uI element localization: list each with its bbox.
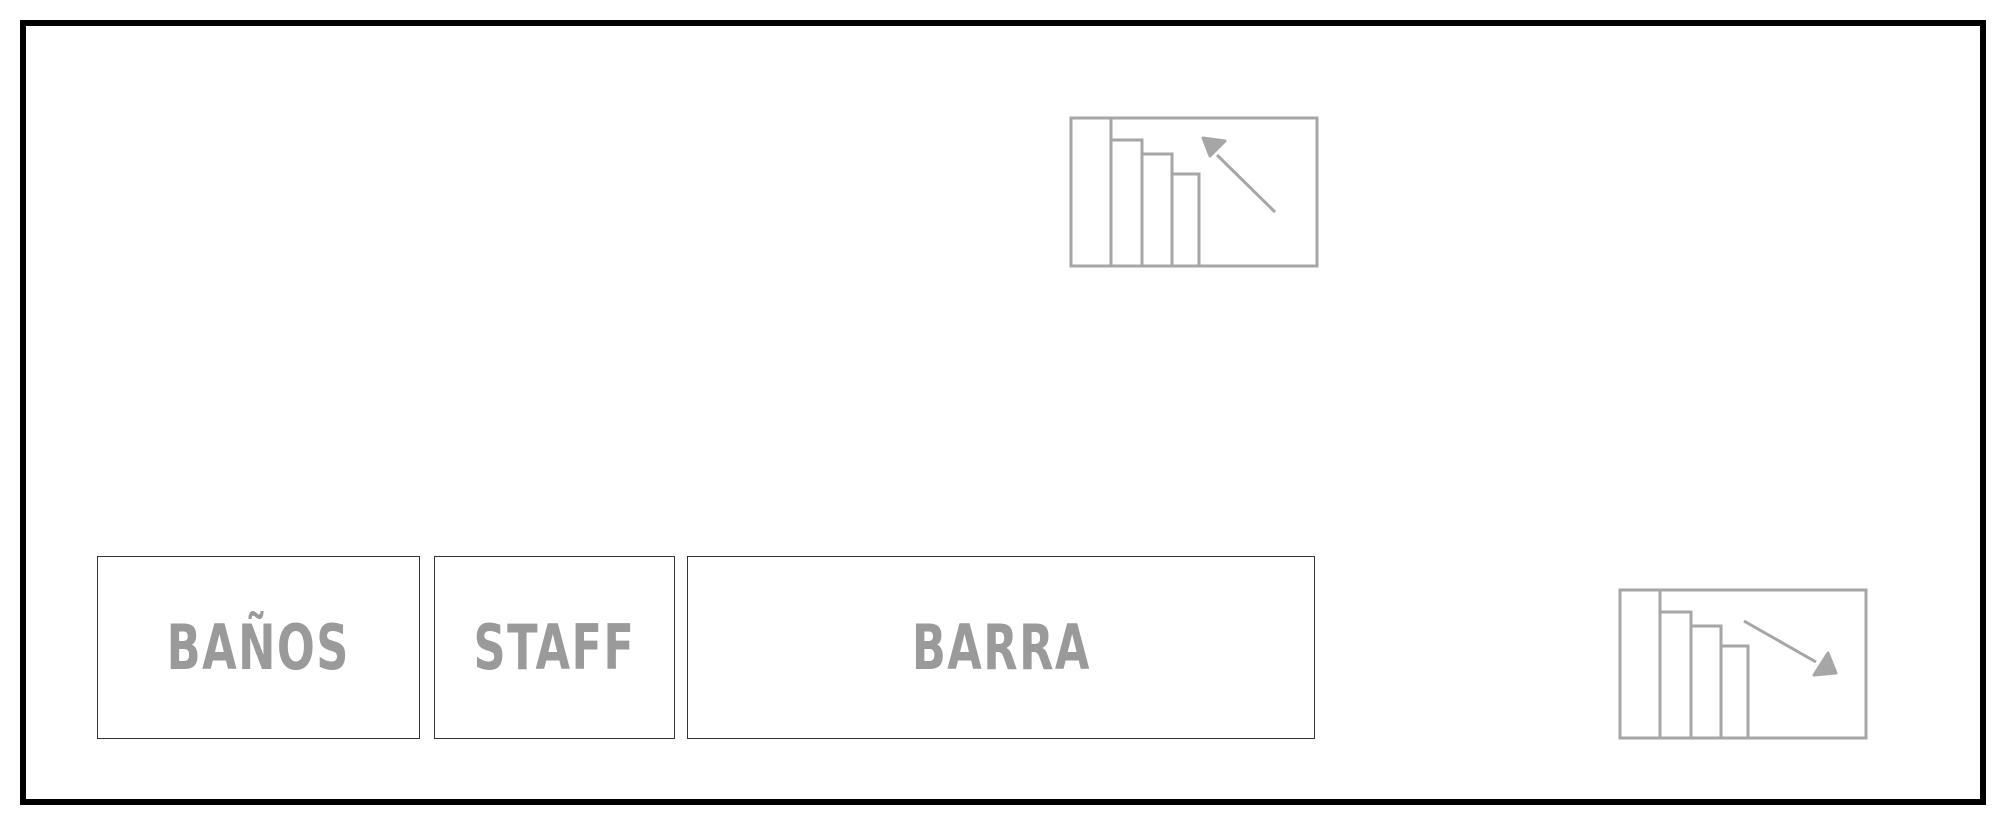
- zone-barra[interactable]: BARRA: [687, 556, 1315, 739]
- stairs-down-icon: [1618, 588, 1868, 740]
- zone-banos[interactable]: BAÑOS: [97, 556, 420, 739]
- zone-staff-label: STAFF: [473, 611, 636, 684]
- zone-barra-label: BARRA: [911, 611, 1091, 684]
- zone-staff[interactable]: STAFF: [434, 556, 675, 739]
- zone-banos-label: BAÑOS: [166, 611, 351, 684]
- stairs-up-icon: [1069, 116, 1319, 268]
